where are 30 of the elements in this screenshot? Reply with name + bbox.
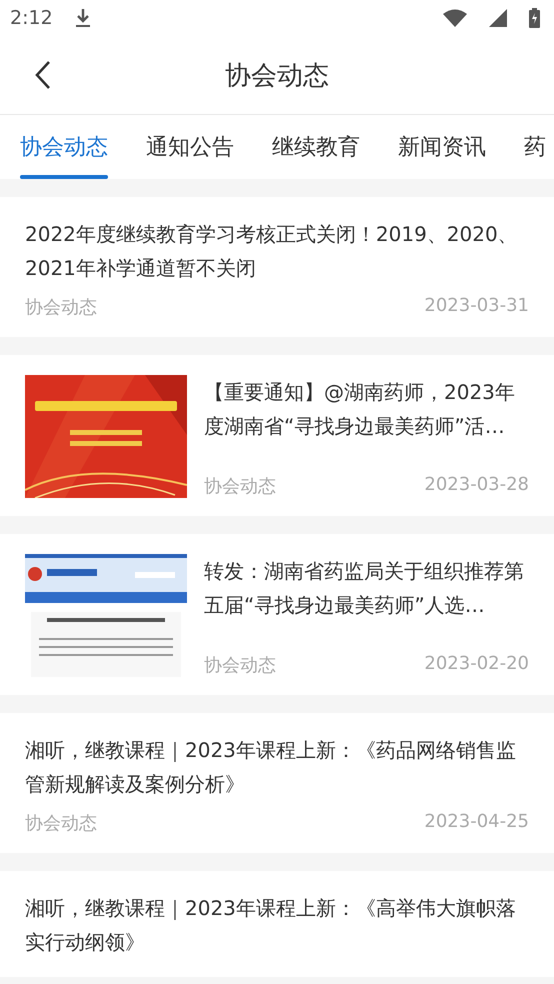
article-category: 协会动态 <box>25 296 97 319</box>
article-title: 湘听，继教课程｜2023年课程上新：《药品网络销售监管新规解读及案例分析》 <box>25 737 517 798</box>
article-category: 协会动态 <box>204 475 276 498</box>
page-title: 协会动态 <box>225 60 329 92</box>
back-icon <box>34 60 52 90</box>
category-tab[interactable]: 通知公告 <box>146 115 234 179</box>
status-time: 2:12 <box>10 7 53 29</box>
article-card[interactable]: 转发：湖南省药监局关于组织推荐第五届“寻找身边最美药师”人选… 协会动态 2023-02-20 <box>0 534 554 695</box>
category-tab[interactable]: 继续教育 <box>272 115 360 179</box>
article-card[interactable]: 2022年度继续教育学习考核正式关闭！2019、2020、2021年补学通道暂不关闭 协会动态 2023-03-31 <box>0 197 554 337</box>
article-date: 2023-02-20 <box>424 653 529 676</box>
wifi-icon <box>443 9 467 27</box>
article-title: 湘听，继教课程｜2023年课程上新：《高举伟大旗帜落实行动纲领》 <box>25 895 517 956</box>
category-tab[interactable]: 药 <box>524 115 546 179</box>
article-title: 【重要通知】@湖南药师，2023年度湖南省“寻找身边最美药师”活… <box>204 379 516 440</box>
download-icon <box>74 8 91 28</box>
signal-icon <box>489 9 507 27</box>
article-date: 2023-03-31 <box>424 295 529 318</box>
category-tab[interactable]: 新闻资讯 <box>398 115 486 179</box>
battery-icon <box>529 8 540 28</box>
article-category: 协会动态 <box>204 654 276 677</box>
article-category: 协会动态 <box>25 812 97 835</box>
article-title: 转发：湖南省药监局关于组织推荐第五届“寻找身边最美药师”人选… <box>204 558 525 619</box>
article-date: 2023-03-28 <box>424 474 529 497</box>
article-card[interactable]: 【重要通知】@湖南药师，2023年度湖南省“寻找身边最美药师”活… 协会动态 2023-03-28 <box>0 355 554 516</box>
article-card[interactable]: 湘听，继教课程｜2023年课程上新：《药品网络销售监管新规解读及案例分析》 协会动态 2023-04-25 <box>0 713 554 853</box>
category-tab[interactable]: 协会动态 <box>20 115 108 179</box>
article-title: 2022年度继续教育学习考核正式关闭！2019、2020、2021年补学通道暂不关闭 <box>25 221 519 282</box>
article-card[interactable]: 湘听，继教课程｜2023年课程上新：《高举伟大旗帜落实行动纲领》 <box>0 871 554 977</box>
article-date: 2023-04-25 <box>424 811 529 834</box>
